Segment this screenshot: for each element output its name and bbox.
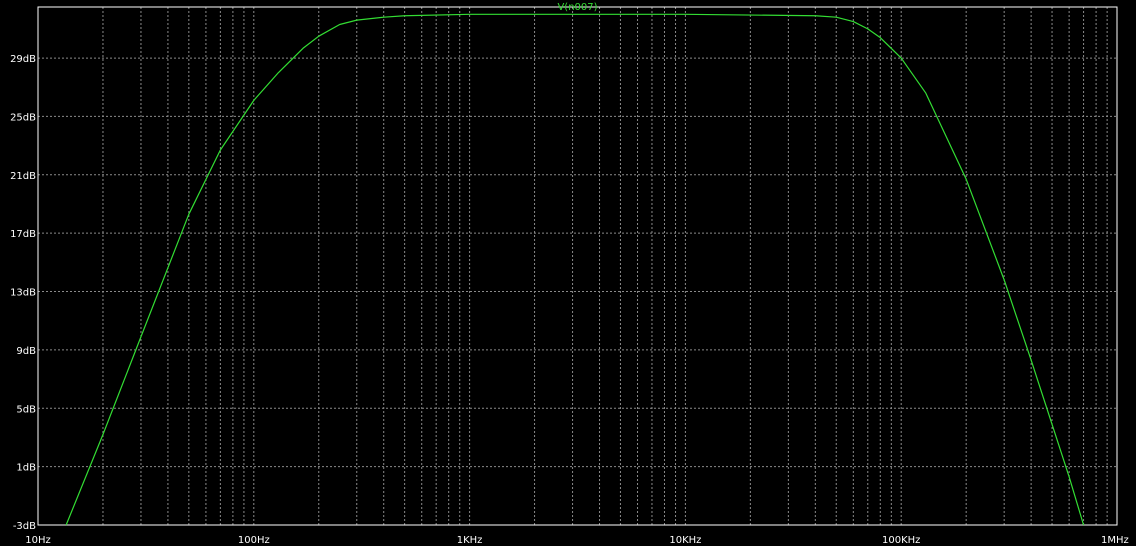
x-axis-tick-labels: 10Hz 100Hz 1KHz 10KHz 100KHz 1MHz bbox=[25, 535, 1129, 546]
x-tick-label: 1KHz bbox=[457, 535, 483, 546]
y-tick-label: 29dB bbox=[10, 54, 36, 65]
x-tick-label: 100KHz bbox=[882, 535, 920, 546]
bode-plot: 10Hz 100Hz 1KHz 10KHz 100KHz 1MHz -3dB 1dB 5dB 9… bbox=[0, 0, 1136, 546]
legend: V(n007) bbox=[557, 2, 597, 13]
x-tick-label: 10KHz bbox=[669, 535, 701, 546]
y-tick-label: 9dB bbox=[16, 346, 36, 357]
y-tick-label: 5dB bbox=[16, 404, 36, 415]
y-tick-label: 1dB bbox=[16, 463, 36, 474]
y-tick-label: 21dB bbox=[10, 171, 36, 182]
y-tick-label: 13dB bbox=[10, 288, 36, 299]
plot-frame bbox=[37, 6, 1118, 526]
plot-svg: 10Hz 100Hz 1KHz 10KHz 100KHz 1MHz -3dB 1dB 5dB 9… bbox=[10, 2, 1129, 546]
trace-layer[interactable] bbox=[65, 13, 1085, 526]
y-tick-label: 17dB bbox=[10, 229, 36, 240]
x-tick-label: 100Hz bbox=[238, 535, 270, 546]
y-tick-label: 25dB bbox=[10, 112, 36, 123]
grid-layer bbox=[38, 7, 1117, 525]
y-tick-label: -3dB bbox=[13, 521, 36, 532]
series-line[interactable] bbox=[65, 13, 1085, 526]
x-tick-label: 1MHz bbox=[1101, 535, 1129, 546]
legend-entry[interactable]: V(n007) bbox=[557, 2, 597, 13]
plot-frame-rect bbox=[37, 6, 1118, 526]
y-axis-tick-labels: -3dB 1dB 5dB 9dB 13dB 17dB 21dB 25dB 29dB bbox=[10, 54, 36, 532]
x-tick-label: 10Hz bbox=[25, 535, 51, 546]
